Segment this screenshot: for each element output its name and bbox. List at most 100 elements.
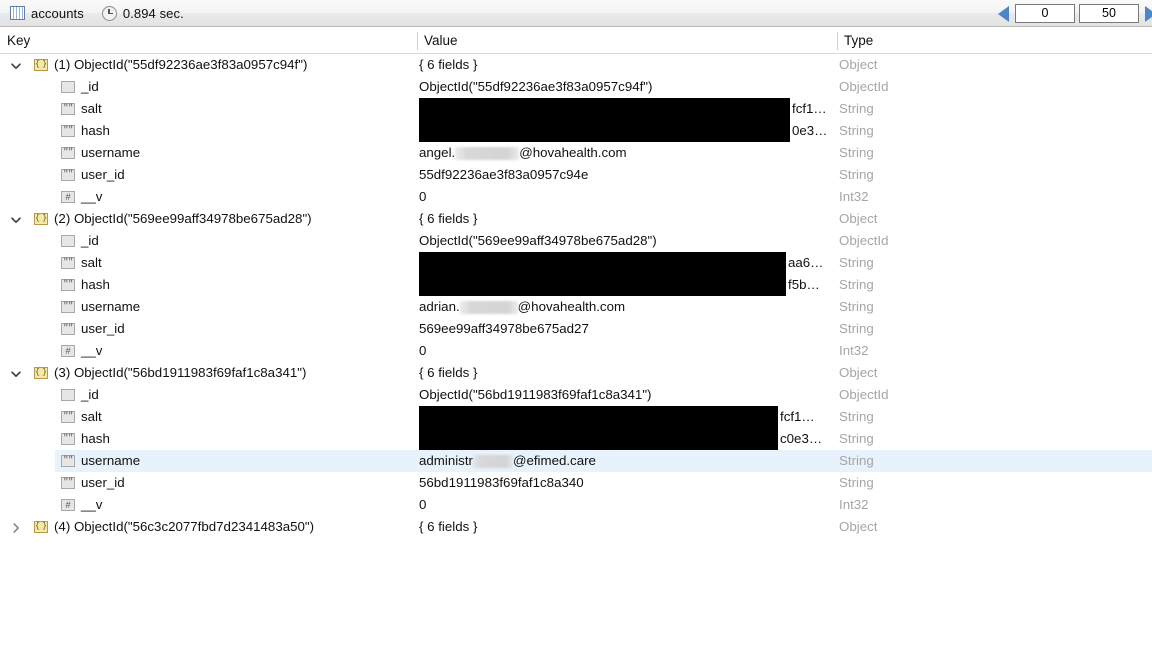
collection-name-label: accounts xyxy=(31,5,84,21)
clock-icon xyxy=(101,5,117,21)
value-prefix: angel. xyxy=(419,145,456,160)
value-text: { 6 fields } xyxy=(419,519,478,534)
tree-toggle-expanded[interactable] xyxy=(8,208,24,230)
paging-controls xyxy=(998,0,1152,27)
string-type-icon: "" xyxy=(61,147,75,159)
redacted-value-block xyxy=(419,274,786,296)
type-cell: Object xyxy=(839,211,878,226)
key-cell: { } (3) ObjectId("56bd1911983f69faf1c8a34… xyxy=(8,362,306,384)
redacted-value-block xyxy=(419,120,790,142)
tree-toggle-collapsed[interactable] xyxy=(8,516,24,538)
value-text: ObjectId("55df92236ae3f83a0957c94f") xyxy=(419,79,653,94)
string-type-icon: "" xyxy=(61,103,75,115)
string-type-icon: "" xyxy=(61,279,75,291)
object-type-icon: { } xyxy=(34,213,48,225)
key-cell: # __v xyxy=(45,340,102,362)
type-cell: String xyxy=(839,453,874,468)
type-cell: String xyxy=(839,123,874,138)
column-header-key[interactable]: Key xyxy=(0,27,30,54)
key-cell: "" hash xyxy=(45,274,110,296)
value-cell: { 6 fields } xyxy=(419,362,477,384)
tree-toggle-expanded[interactable] xyxy=(8,362,24,384)
key-cell: "" hash xyxy=(45,120,110,142)
field-row[interactable]: "" hash c0e3… String xyxy=(0,428,1152,450)
document-tree-table: Key Value Type { } (1) ObjectId("55df9223… xyxy=(0,27,1152,648)
value-prefix: administr xyxy=(419,453,473,468)
value-cell: administr @efimed.care xyxy=(419,450,596,472)
field-row[interactable]: # __v 0 Int32 xyxy=(0,340,1152,362)
value-text: 0 xyxy=(419,497,427,512)
key-label: __v xyxy=(81,343,103,358)
key-cell: "" user_id xyxy=(45,472,125,494)
row-selection-highlight xyxy=(55,450,1152,472)
key-cell: { } (2) ObjectId("569ee99aff34978be675ad2… xyxy=(8,208,312,230)
document-row[interactable]: { } (4) ObjectId("56c3c2077fbd7d2341483a5… xyxy=(0,516,1152,538)
key-label: (4) ObjectId("56c3c2077fbd7d2341483a50") xyxy=(54,519,315,534)
table-header: Key Value Type xyxy=(0,27,1152,54)
key-label: (2) ObjectId("569ee99aff34978be675ad28") xyxy=(54,211,312,226)
type-cell: String xyxy=(839,167,874,182)
field-row[interactable]: "" hash 0e3… String xyxy=(0,120,1152,142)
value-cell: adrian. @hovahealth.com xyxy=(419,296,625,318)
value-suffix: @efimed.care xyxy=(512,453,596,468)
document-row[interactable]: { } (3) ObjectId("56bd1911983f69faf1c8a34… xyxy=(0,362,1152,384)
tree-toggle-expanded[interactable] xyxy=(8,54,24,76)
redacted-value-blur xyxy=(472,454,513,468)
document-row[interactable]: { } (2) ObjectId("569ee99aff34978be675ad2… xyxy=(0,208,1152,230)
field-row[interactable]: _id ObjectId("56bd1911983f69faf1c8a341") O… xyxy=(0,384,1152,406)
type-cell: String xyxy=(839,255,874,270)
column-header-value[interactable]: Value xyxy=(417,27,458,54)
object-type-icon: { } xyxy=(34,59,48,71)
field-row[interactable]: # __v 0 Int32 xyxy=(0,494,1152,516)
value-suffix: @hovahealth.com xyxy=(517,299,626,314)
key-label: salt xyxy=(81,409,102,424)
table-body: { } (1) ObjectId("55df92236ae3f83a0957c94… xyxy=(0,54,1152,538)
value-cell: { 6 fields } xyxy=(419,516,477,538)
value-prefix: adrian. xyxy=(419,299,460,314)
limit-input[interactable] xyxy=(1079,4,1139,23)
field-row[interactable]: "" user_id 56bd1911983f69faf1c8a340 String xyxy=(0,472,1152,494)
key-cell: { } (1) ObjectId("55df92236ae3f83a0957c94… xyxy=(8,54,307,76)
key-cell: # __v xyxy=(45,186,102,208)
key-label: user_id xyxy=(81,321,125,336)
key-cell: _id xyxy=(45,230,99,252)
field-row[interactable]: "" salt fcf1… String xyxy=(0,98,1152,120)
key-label: username xyxy=(81,299,141,314)
field-row[interactable]: "" username adrian. @hovahealth.com String xyxy=(0,296,1152,318)
redacted-value-block xyxy=(419,252,786,274)
field-row[interactable]: "" salt aa6… String xyxy=(0,252,1152,274)
field-row[interactable]: _id ObjectId("569ee99aff34978be675ad28") O… xyxy=(0,230,1152,252)
value-text: 56bd1911983f69faf1c8a340 xyxy=(419,475,584,490)
type-cell: ObjectId xyxy=(839,387,889,402)
field-row[interactable]: "" username angel. @hovahealth.com String xyxy=(0,142,1152,164)
query-toolbar: accounts 0.894 sec. xyxy=(0,0,1152,27)
skip-input[interactable] xyxy=(1015,4,1075,23)
value-cell: 0 xyxy=(419,494,426,516)
collection-grid-icon xyxy=(10,6,25,20)
field-row[interactable]: "" salt fcf1… String xyxy=(0,406,1152,428)
field-row[interactable]: # __v 0 Int32 xyxy=(0,186,1152,208)
field-row[interactable]: "" user_id 569ee99aff34978be675ad27 String xyxy=(0,318,1152,340)
document-row[interactable]: { } (1) ObjectId("55df92236ae3f83a0957c94… xyxy=(0,54,1152,76)
prev-page-button[interactable] xyxy=(998,5,1009,22)
key-label: _id xyxy=(81,79,99,94)
key-label: user_id xyxy=(81,475,125,490)
toolbar-left-group: accounts 0.894 sec. xyxy=(4,5,184,21)
type-cell: ObjectId xyxy=(839,79,889,94)
field-row[interactable]: "" username administr @efimed.care String xyxy=(0,450,1152,472)
object-type-icon: { } xyxy=(34,521,48,533)
type-cell: Int32 xyxy=(839,343,869,358)
key-cell: "" username xyxy=(45,142,140,164)
key-label: _id xyxy=(81,387,99,402)
key-label: (1) ObjectId("55df92236ae3f83a0957c94f") xyxy=(54,57,308,72)
field-row[interactable]: "" hash f5b… String xyxy=(0,274,1152,296)
value-text: ObjectId("56bd1911983f69faf1c8a341") xyxy=(419,387,652,402)
field-row[interactable]: _id ObjectId("55df92236ae3f83a0957c94f") O… xyxy=(0,76,1152,98)
value-cell: 0 xyxy=(419,186,426,208)
column-header-type[interactable]: Type xyxy=(837,27,873,54)
next-page-button[interactable] xyxy=(1145,5,1152,22)
value-text: 55df92236ae3f83a0957c94e xyxy=(419,167,589,182)
string-type-icon: "" xyxy=(61,125,75,137)
field-row[interactable]: "" user_id 55df92236ae3f83a0957c94e String xyxy=(0,164,1152,186)
key-label: hash xyxy=(81,277,110,292)
